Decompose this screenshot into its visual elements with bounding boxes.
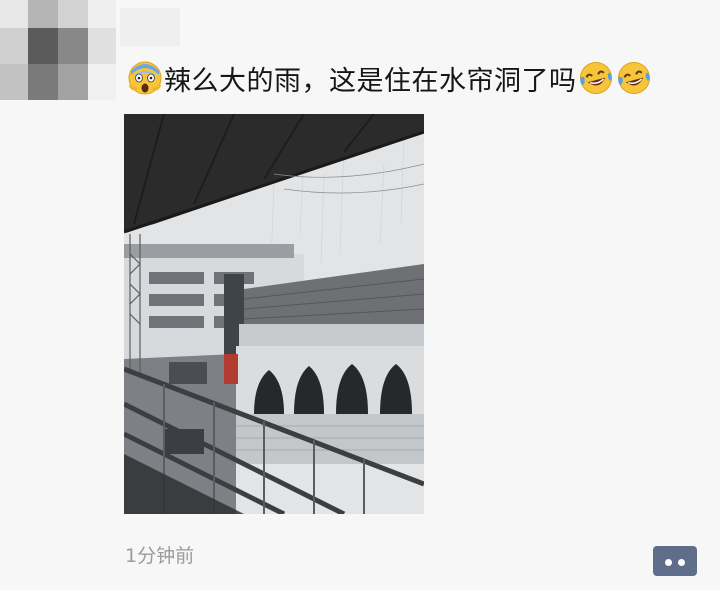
comment-dot-icon [665,559,672,566]
post-timestamp: 1分钟前 [125,545,195,567]
blurred-nickname [120,8,180,46]
comment-button[interactable] [653,546,697,576]
avatar[interactable] [0,0,116,100]
moments-post: 辣么大的雨，这是住在水帘洞了吗 1分钟前 [0,0,720,590]
caption-text: 辣么大的雨，这是住在水帘洞了吗 [164,65,577,97]
comment-dot-icon [678,559,685,566]
post-caption: 辣么大的雨，这是住在水帘洞了吗 [126,56,653,100]
crying-laughing-face-icon [617,61,651,95]
post-photo[interactable] [124,114,424,514]
face-screaming-in-fear-icon [128,61,162,95]
crying-laughing-face-icon [579,61,613,95]
